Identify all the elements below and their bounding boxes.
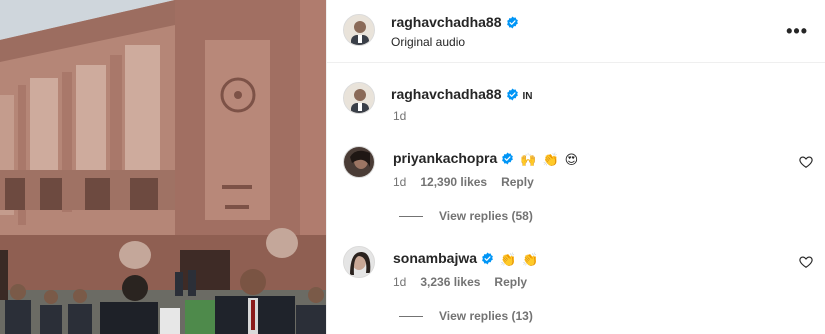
author-avatar[interactable] — [343, 14, 375, 46]
comment-emoji: 👏 — [522, 252, 539, 267]
caption-author[interactable]: raghavchadha88 IN — [391, 86, 533, 102]
comment-author-name[interactable]: sonambajwa — [393, 250, 477, 266]
verified-badge-icon — [482, 252, 493, 265]
verified-badge-icon — [506, 16, 518, 29]
view-replies-label[interactable]: View replies (13) — [439, 309, 533, 323]
reel-video[interactable] — [0, 0, 326, 334]
caption-author-avatar[interactable] — [343, 82, 375, 114]
replies-divider-line — [399, 216, 423, 218]
comment-emoji: 👏 — [542, 152, 559, 167]
post-header: raghavchadha88 Original audio ••• — [327, 0, 825, 63]
comment-author[interactable]: priyankachopra 🙌 👏 😍 — [393, 150, 578, 168]
more-options-icon[interactable]: ••• — [786, 21, 808, 42]
comment-likes[interactable]: 12,390 likes — [420, 175, 487, 189]
comment-avatar[interactable] — [343, 246, 375, 278]
view-replies-button[interactable]: View replies (13) — [399, 309, 533, 323]
comment-avatar[interactable] — [343, 146, 375, 178]
verified-badge-icon — [506, 88, 518, 101]
audio-label[interactable]: Original audio — [391, 35, 465, 49]
verified-badge-icon — [502, 152, 514, 165]
post-author[interactable]: raghavchadha88 — [391, 14, 519, 30]
comment-time[interactable]: 1d — [393, 175, 406, 189]
reply-button[interactable]: Reply — [501, 175, 534, 189]
reply-button[interactable]: Reply — [494, 275, 527, 289]
avatar-image — [344, 15, 374, 45]
caption-time[interactable]: 1d — [393, 109, 406, 123]
avatar-image — [344, 83, 374, 113]
comment-likes[interactable]: 3,236 likes — [420, 275, 480, 289]
like-heart-icon[interactable] — [799, 255, 813, 269]
caption-author-name[interactable]: raghavchadha88 — [391, 86, 502, 102]
comments-panel: raghavchadha88 Original audio ••• raghav… — [326, 0, 825, 334]
comment-author[interactable]: sonambajwa 👏 👏 — [393, 250, 538, 268]
avatar-image — [344, 147, 374, 177]
view-replies-button[interactable]: View replies (58) — [399, 209, 533, 223]
replies-divider-line — [399, 316, 423, 318]
view-replies-label[interactable]: View replies (58) — [439, 209, 533, 223]
comment-time[interactable]: 1d — [393, 275, 406, 289]
parliament-building-image — [0, 0, 326, 334]
country-label: IN — [522, 91, 533, 102]
comment-meta: 1d 3,236 likes Reply — [393, 275, 541, 289]
like-heart-icon[interactable] — [799, 155, 813, 169]
comment-meta: 1d 12,390 likes Reply — [393, 175, 548, 189]
comment-emoji: 😍 — [564, 152, 579, 167]
post-author-name[interactable]: raghavchadha88 — [391, 14, 502, 30]
comment-emoji: 👏 — [500, 252, 517, 267]
comment-author-name[interactable]: priyankachopra — [393, 150, 497, 166]
comment-emoji: 🙌 — [520, 152, 537, 167]
avatar-image — [344, 247, 374, 277]
